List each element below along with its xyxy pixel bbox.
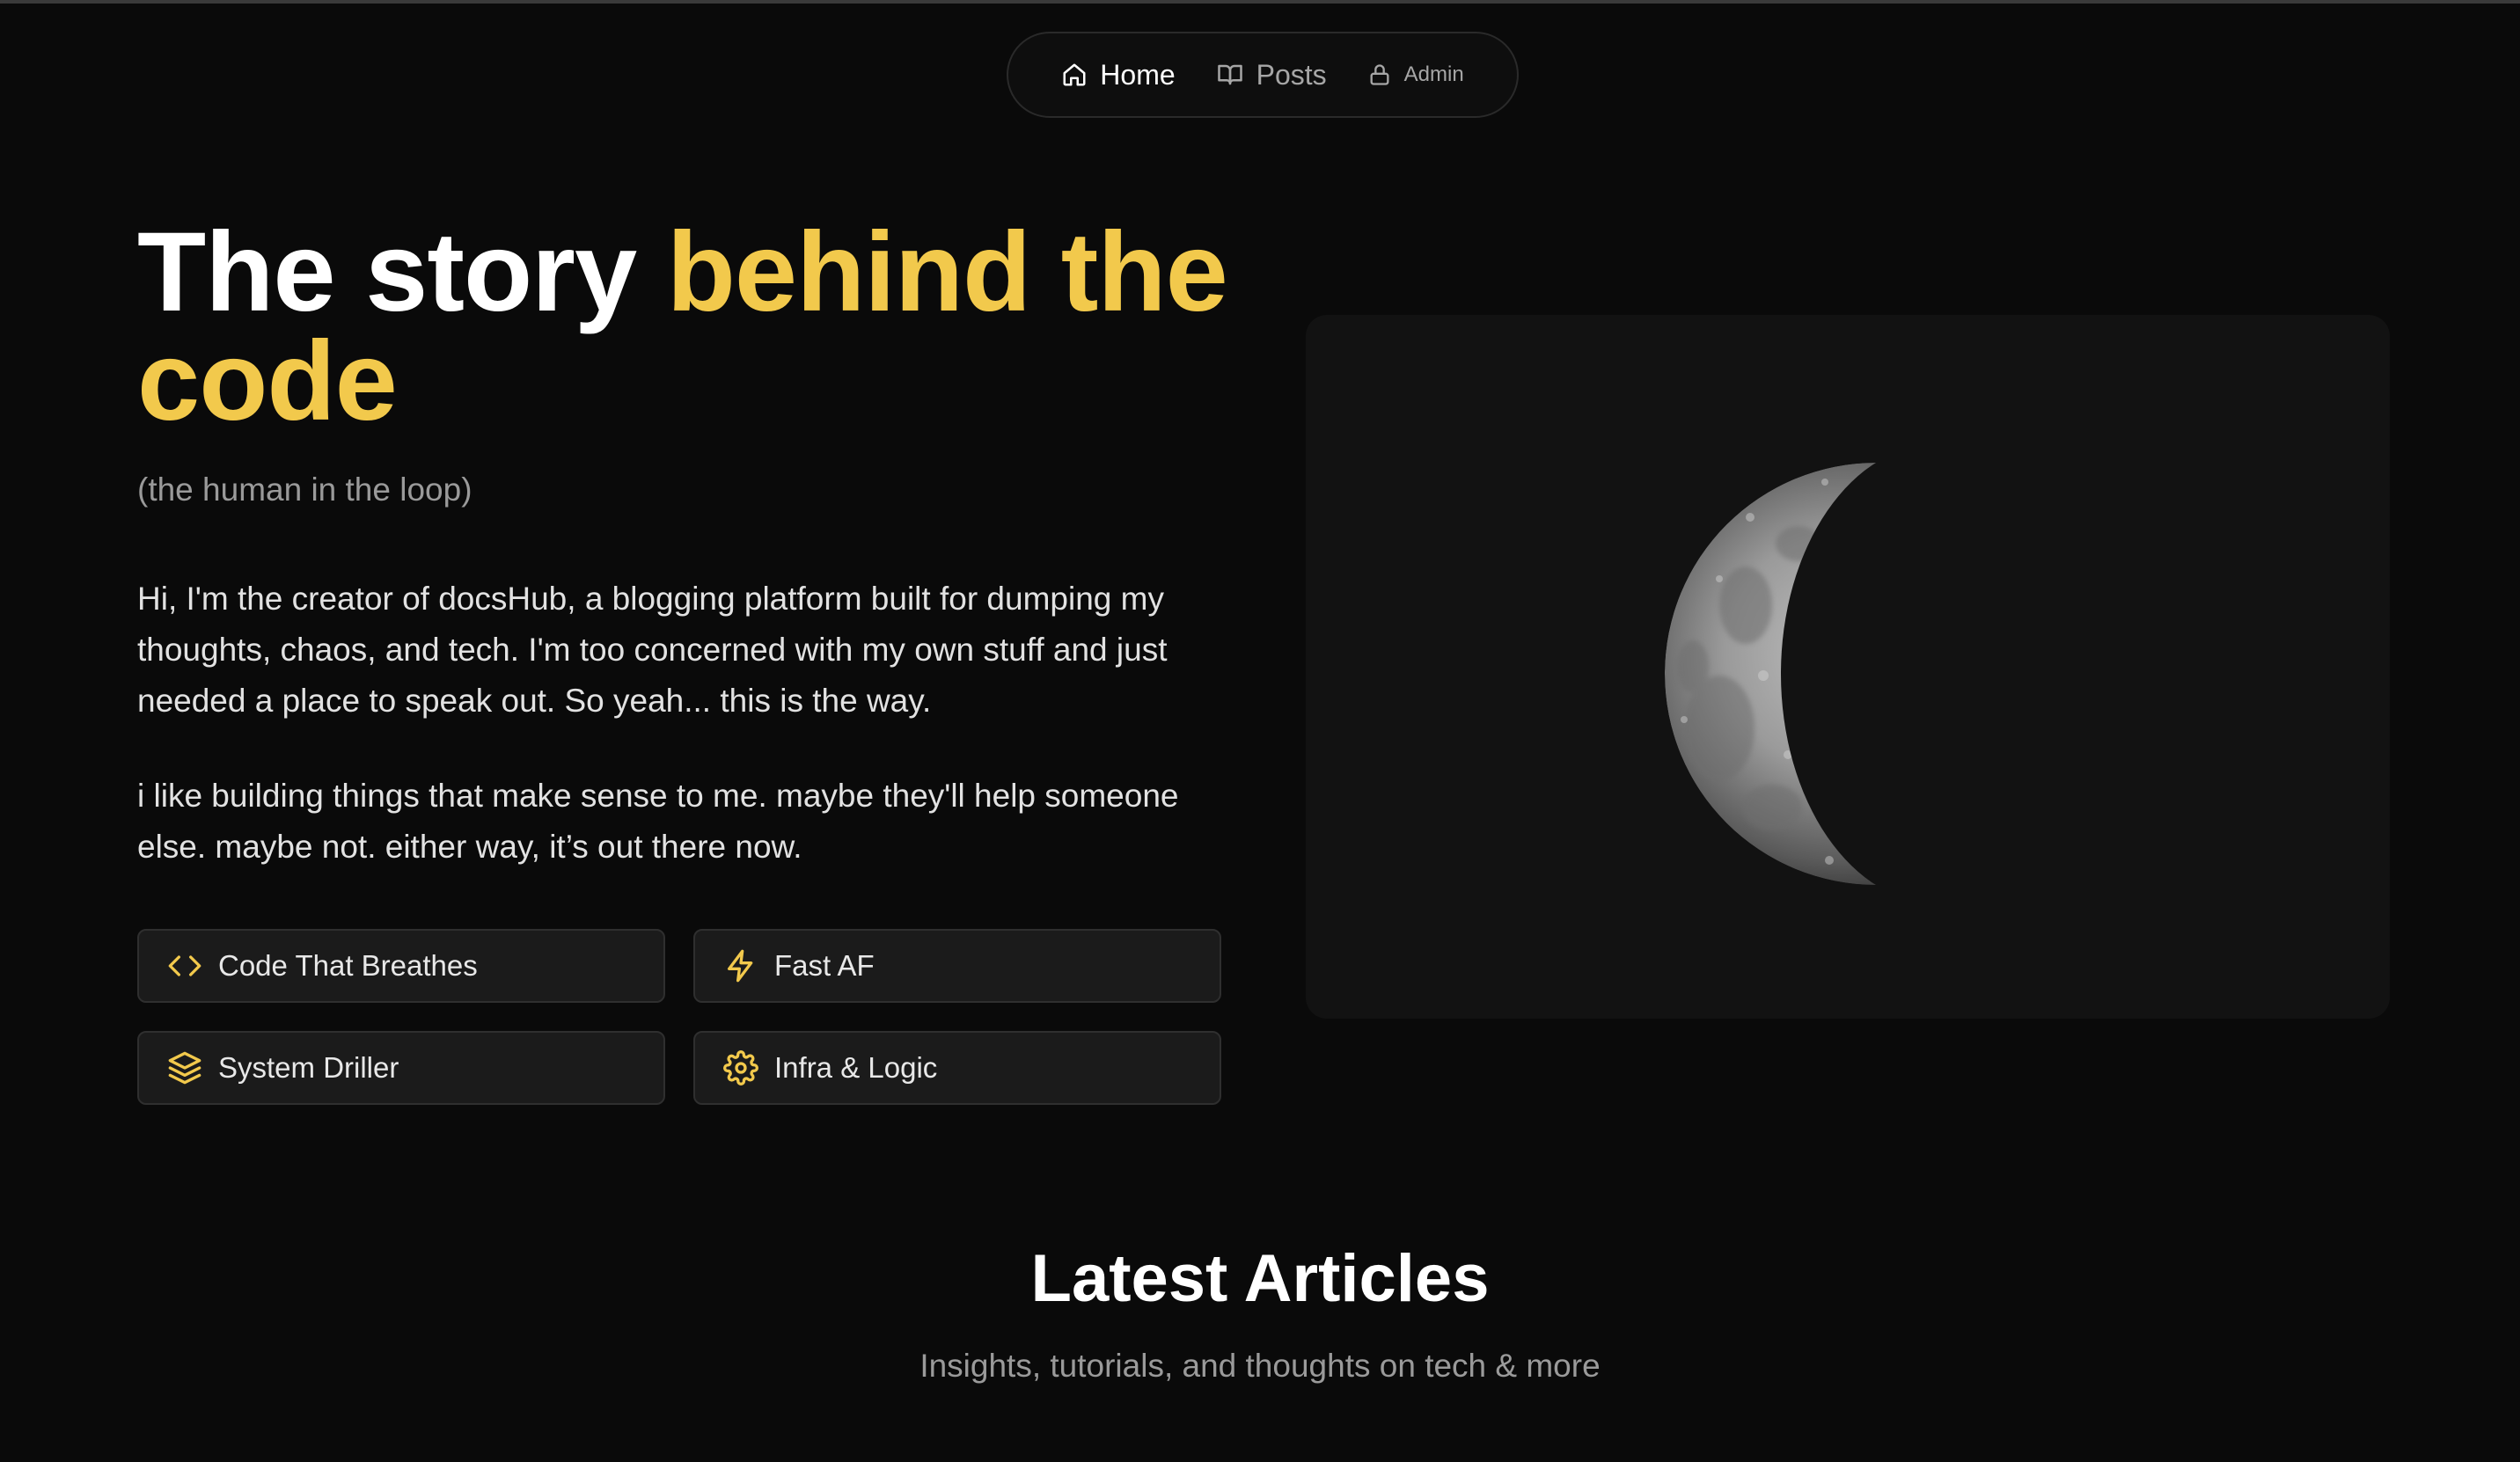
- hero-image-card: [1306, 315, 2390, 1019]
- nav-item-posts-label: Posts: [1256, 58, 1327, 91]
- feature-card-fast[interactable]: Fast AF: [693, 929, 1221, 1003]
- feature-card-label: Fast AF: [774, 949, 875, 982]
- hero-subtitle: (the human in the loop): [137, 471, 472, 508]
- home-icon: [1061, 62, 1088, 88]
- feature-card-label: Infra & Logic: [774, 1051, 938, 1084]
- feature-card-code[interactable]: Code That Breathes: [137, 929, 665, 1003]
- nav-item-admin-label: Admin: [1403, 62, 1464, 86]
- feature-card-label: Code That Breathes: [218, 949, 478, 982]
- intro-paragraph: Hi, I'm the creator of docsHub, a bloggi…: [137, 581, 1168, 719]
- feature-card-infra[interactable]: Infra & Logic: [693, 1031, 1221, 1105]
- lightning-icon: [723, 948, 758, 983]
- nav-item-admin[interactable]: Admin: [1367, 62, 1464, 88]
- nav-item-posts[interactable]: Posts: [1216, 59, 1327, 91]
- gear-icon: [723, 1050, 758, 1086]
- feature-card-label: System Driller: [218, 1051, 399, 1084]
- secondary-paragraph: i like building things that make sense t…: [137, 778, 1179, 865]
- nav-item-home-label: Home: [1100, 58, 1176, 91]
- window-top-border: [0, 0, 2520, 4]
- main-nav: Home Posts Admin: [1007, 32, 1519, 118]
- hero-title: The story behind the code: [137, 216, 1281, 438]
- layers-icon: [167, 1050, 202, 1086]
- book-open-icon: [1216, 62, 1244, 88]
- moon-image: [1665, 463, 2087, 885]
- code-icon: [167, 948, 202, 983]
- hero-title-plain: The story: [137, 209, 667, 335]
- latest-articles-heading: Latest Articles: [1030, 1241, 1490, 1316]
- latest-articles-subtitle: Insights, tutorials, and thoughts on tec…: [919, 1348, 1601, 1384]
- nav-item-home[interactable]: Home: [1061, 58, 1176, 91]
- feature-card-system[interactable]: System Driller: [137, 1031, 665, 1105]
- lock-icon: [1367, 62, 1392, 88]
